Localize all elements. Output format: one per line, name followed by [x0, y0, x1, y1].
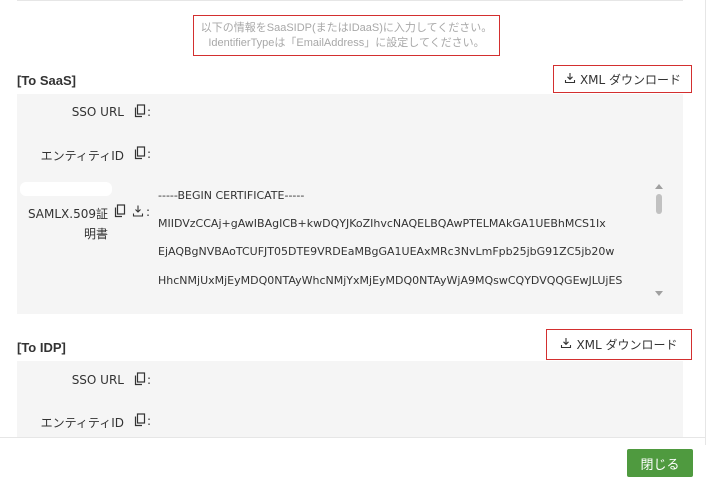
- to-saas-xml-download-button[interactable]: XML ダウンロード: [553, 65, 692, 93]
- colon: :: [147, 147, 152, 161]
- colon: :: [146, 205, 151, 219]
- cert-scrollbar[interactable]: [654, 182, 664, 298]
- notice-line-2: IdentifierTypeは「EmailAddress」に設定してください。: [208, 37, 485, 49]
- cert-line: MIIDVzCCAj+gAwIBAgICB+kwDQYJKoZIhvcNAQEL…: [158, 217, 606, 230]
- footer-divider: [0, 437, 706, 438]
- certificate-textarea[interactable]: -----BEGIN CERTIFICATE----- MIIDVzCCAj+g…: [155, 182, 668, 298]
- copy-icon[interactable]: [134, 146, 146, 160]
- notice-line-1: 以下の情報をSaaSIDP(またはIDaaS)に入力してください。: [200, 22, 493, 34]
- scroll-up-arrow-icon[interactable]: [655, 184, 663, 189]
- tray-download-icon: [564, 72, 580, 87]
- scroll-down-arrow-icon[interactable]: [655, 291, 663, 296]
- to-saas-entity-id-label: エンティティID: [40, 149, 124, 163]
- tray-download-icon: [560, 337, 576, 352]
- cert-label-line-2: 明書: [83, 227, 108, 241]
- to-idp-xml-download-button[interactable]: XML ダウンロード: [546, 329, 692, 360]
- colon: :: [147, 414, 152, 428]
- to-saas-xml-download-label: XML ダウンロード: [579, 72, 682, 87]
- to-idp-title: [To IDP]: [17, 340, 66, 355]
- to-idp-sso-url-label: SSO URL: [71, 373, 124, 387]
- cert-line: -----BEGIN CERTIFICATE-----: [158, 189, 305, 202]
- to-idp-xml-download-label: XML ダウンロード: [576, 338, 678, 352]
- copy-icon[interactable]: [134, 372, 146, 386]
- instruction-notice: 以下の情報をSaaSIDP(またはIDaaS)に入力してください。 Identi…: [193, 15, 500, 56]
- download-icon[interactable]: [132, 204, 144, 218]
- copy-icon[interactable]: [134, 104, 146, 118]
- redaction-mark: [20, 182, 112, 196]
- close-button[interactable]: 閉じる: [627, 449, 693, 477]
- colon: :: [147, 373, 152, 387]
- scroll-thumb[interactable]: [656, 194, 662, 214]
- top-divider: [17, 0, 683, 1]
- cert-line: HhcNMjUxMjEyMDQ0NTAyWhcNMjYxMjEyMDQ0NTAy…: [158, 274, 623, 287]
- colon: :: [147, 105, 152, 119]
- to-saas-sso-url-label: SSO URL: [71, 105, 124, 119]
- cert-line: EjAQBgNVBAoTCUFJT05DTE9VRDEaMBgGA1UEAxMR…: [158, 245, 615, 258]
- to-saas-cert-label: SAMLX.509証 明書: [20, 204, 108, 244]
- cert-label-line-1: SAMLX.509証: [27, 207, 108, 221]
- to-saas-title: [To SaaS]: [17, 73, 76, 88]
- copy-icon[interactable]: [134, 413, 146, 427]
- to-idp-entity-id-label: エンティティID: [40, 416, 124, 430]
- copy-icon[interactable]: [114, 204, 126, 218]
